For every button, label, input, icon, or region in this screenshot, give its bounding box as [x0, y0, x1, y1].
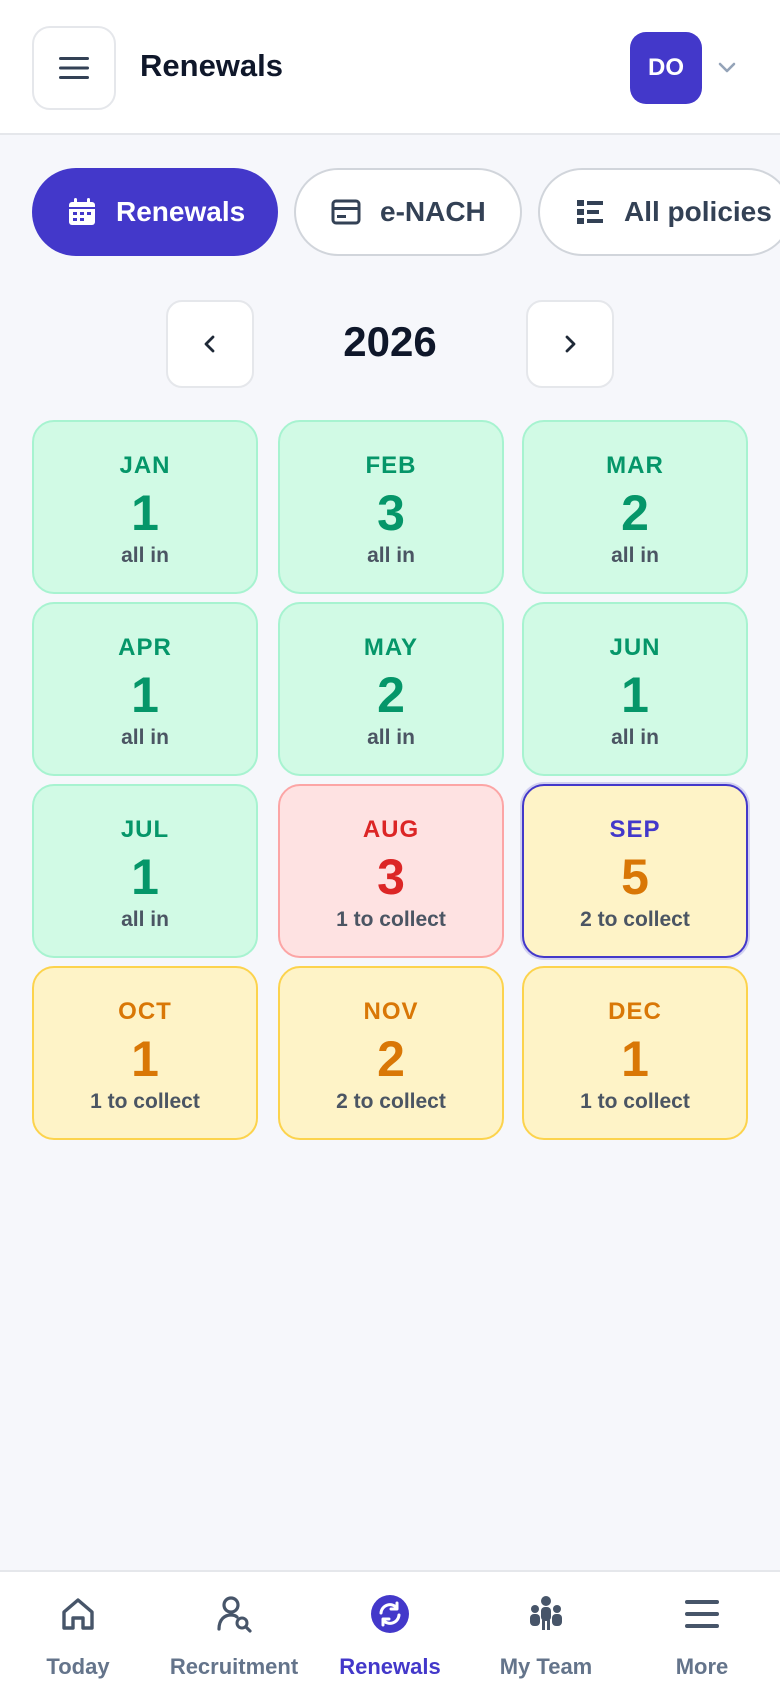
tab-enach[interactable]: e-NACH [294, 168, 522, 256]
bottom-nav: Today Recruitment Renewals My Team More [0, 1570, 780, 1688]
nav-renewals[interactable]: Renewals [312, 1572, 468, 1688]
chevron-down-icon[interactable] [716, 56, 738, 78]
view-tabs: Renewals e-NACH All policies [32, 168, 780, 256]
user-search-icon [217, 1596, 252, 1633]
month-status: all in [367, 726, 415, 749]
month-count: 2 [377, 1031, 405, 1087]
month-name: AUG [362, 816, 420, 843]
month-count: 1 [621, 1031, 649, 1087]
nav-recruitment[interactable]: Recruitment [156, 1572, 312, 1688]
month-status: all in [611, 544, 659, 567]
month-status: all in [121, 726, 169, 749]
year-label: 2026 [343, 318, 437, 365]
month-name: NOV [363, 998, 419, 1025]
month-status: all in [611, 726, 659, 749]
month-count: 2 [621, 485, 649, 541]
tab-label: Renewals [116, 196, 246, 227]
wallet-icon [331, 199, 361, 225]
month-card-mar[interactable]: MAR 2 all in [522, 420, 748, 594]
month-card-oct[interactable]: OCT 1 1 to collect [32, 966, 258, 1140]
month-status: 1 to collect [336, 908, 446, 931]
month-count: 5 [621, 849, 649, 905]
nav-more[interactable]: More [624, 1572, 780, 1688]
month-status: all in [121, 544, 169, 567]
month-card-dec[interactable]: DEC 1 1 to collect [522, 966, 748, 1140]
month-status: 1 to collect [90, 1090, 200, 1113]
month-card-nov[interactable]: NOV 2 2 to collect [278, 966, 504, 1140]
month-name: APR [118, 634, 172, 661]
nav-label: More [675, 1654, 729, 1679]
month-name: JAN [119, 452, 171, 479]
month-card-may[interactable]: MAY 2 all in [278, 602, 504, 776]
list-icon [577, 200, 603, 224]
month-name: MAR [606, 452, 664, 479]
month-count: 3 [377, 485, 405, 541]
nav-label: My Team [499, 1654, 593, 1679]
month-name: DEC [608, 998, 662, 1025]
month-status: 1 to collect [580, 1090, 690, 1113]
nav-my-team[interactable]: My Team [468, 1572, 624, 1688]
month-name: SEP [609, 816, 661, 843]
tab-label: All policies [624, 196, 772, 227]
nav-label: Recruitment [169, 1654, 299, 1679]
avatar[interactable]: DO [630, 32, 702, 104]
app-header: Renewals DO [0, 0, 780, 135]
next-year-button[interactable] [526, 300, 614, 388]
previous-year-button[interactable] [166, 300, 254, 388]
page-title: Renewals [140, 48, 284, 83]
chevron-right-icon [565, 335, 576, 353]
renew-icon [371, 1595, 409, 1633]
nav-label: Today [46, 1654, 110, 1679]
month-name: FEB [365, 452, 417, 479]
month-card-apr[interactable]: APR 1 all in [32, 602, 258, 776]
month-status: 2 to collect [580, 908, 690, 931]
home-icon [62, 1598, 94, 1630]
month-name: MAY [363, 634, 419, 661]
month-name: JUN [609, 634, 661, 661]
month-count: 1 [131, 849, 159, 905]
team-icon [530, 1596, 562, 1630]
month-status: all in [367, 544, 415, 567]
hamburger-icon [59, 57, 89, 79]
tab-all-policies[interactable]: All policies [538, 168, 780, 256]
month-card-aug[interactable]: AUG 3 1 to collect [278, 784, 504, 958]
month-card-jan[interactable]: JAN 1 all in [32, 420, 258, 594]
month-name: JUL [120, 816, 170, 843]
menu-button[interactable] [32, 26, 116, 110]
nav-today[interactable]: Today [0, 1572, 156, 1688]
tab-renewals[interactable]: Renewals [32, 168, 278, 256]
month-status: 2 to collect [336, 1090, 446, 1113]
month-count: 2 [377, 667, 405, 723]
year-switcher: 2026 [166, 300, 614, 388]
month-count: 1 [131, 1031, 159, 1087]
month-count: 1 [131, 485, 159, 541]
month-count: 3 [377, 849, 405, 905]
month-count: 1 [621, 667, 649, 723]
month-name: OCT [118, 998, 172, 1025]
menu-icon [685, 1600, 719, 1628]
month-card-feb[interactable]: FEB 3 all in [278, 420, 504, 594]
month-status: all in [121, 908, 169, 931]
month-card-jul[interactable]: JUL 1 all in [32, 784, 258, 958]
month-count: 1 [131, 667, 159, 723]
tab-label: e-NACH [380, 196, 486, 227]
calendar-icon [69, 198, 95, 225]
month-card-jun[interactable]: JUN 1 all in [522, 602, 748, 776]
month-card-sep[interactable]: SEP 5 2 to collect [522, 784, 748, 958]
chevron-left-icon [204, 335, 215, 353]
nav-label: Renewals [339, 1654, 441, 1679]
